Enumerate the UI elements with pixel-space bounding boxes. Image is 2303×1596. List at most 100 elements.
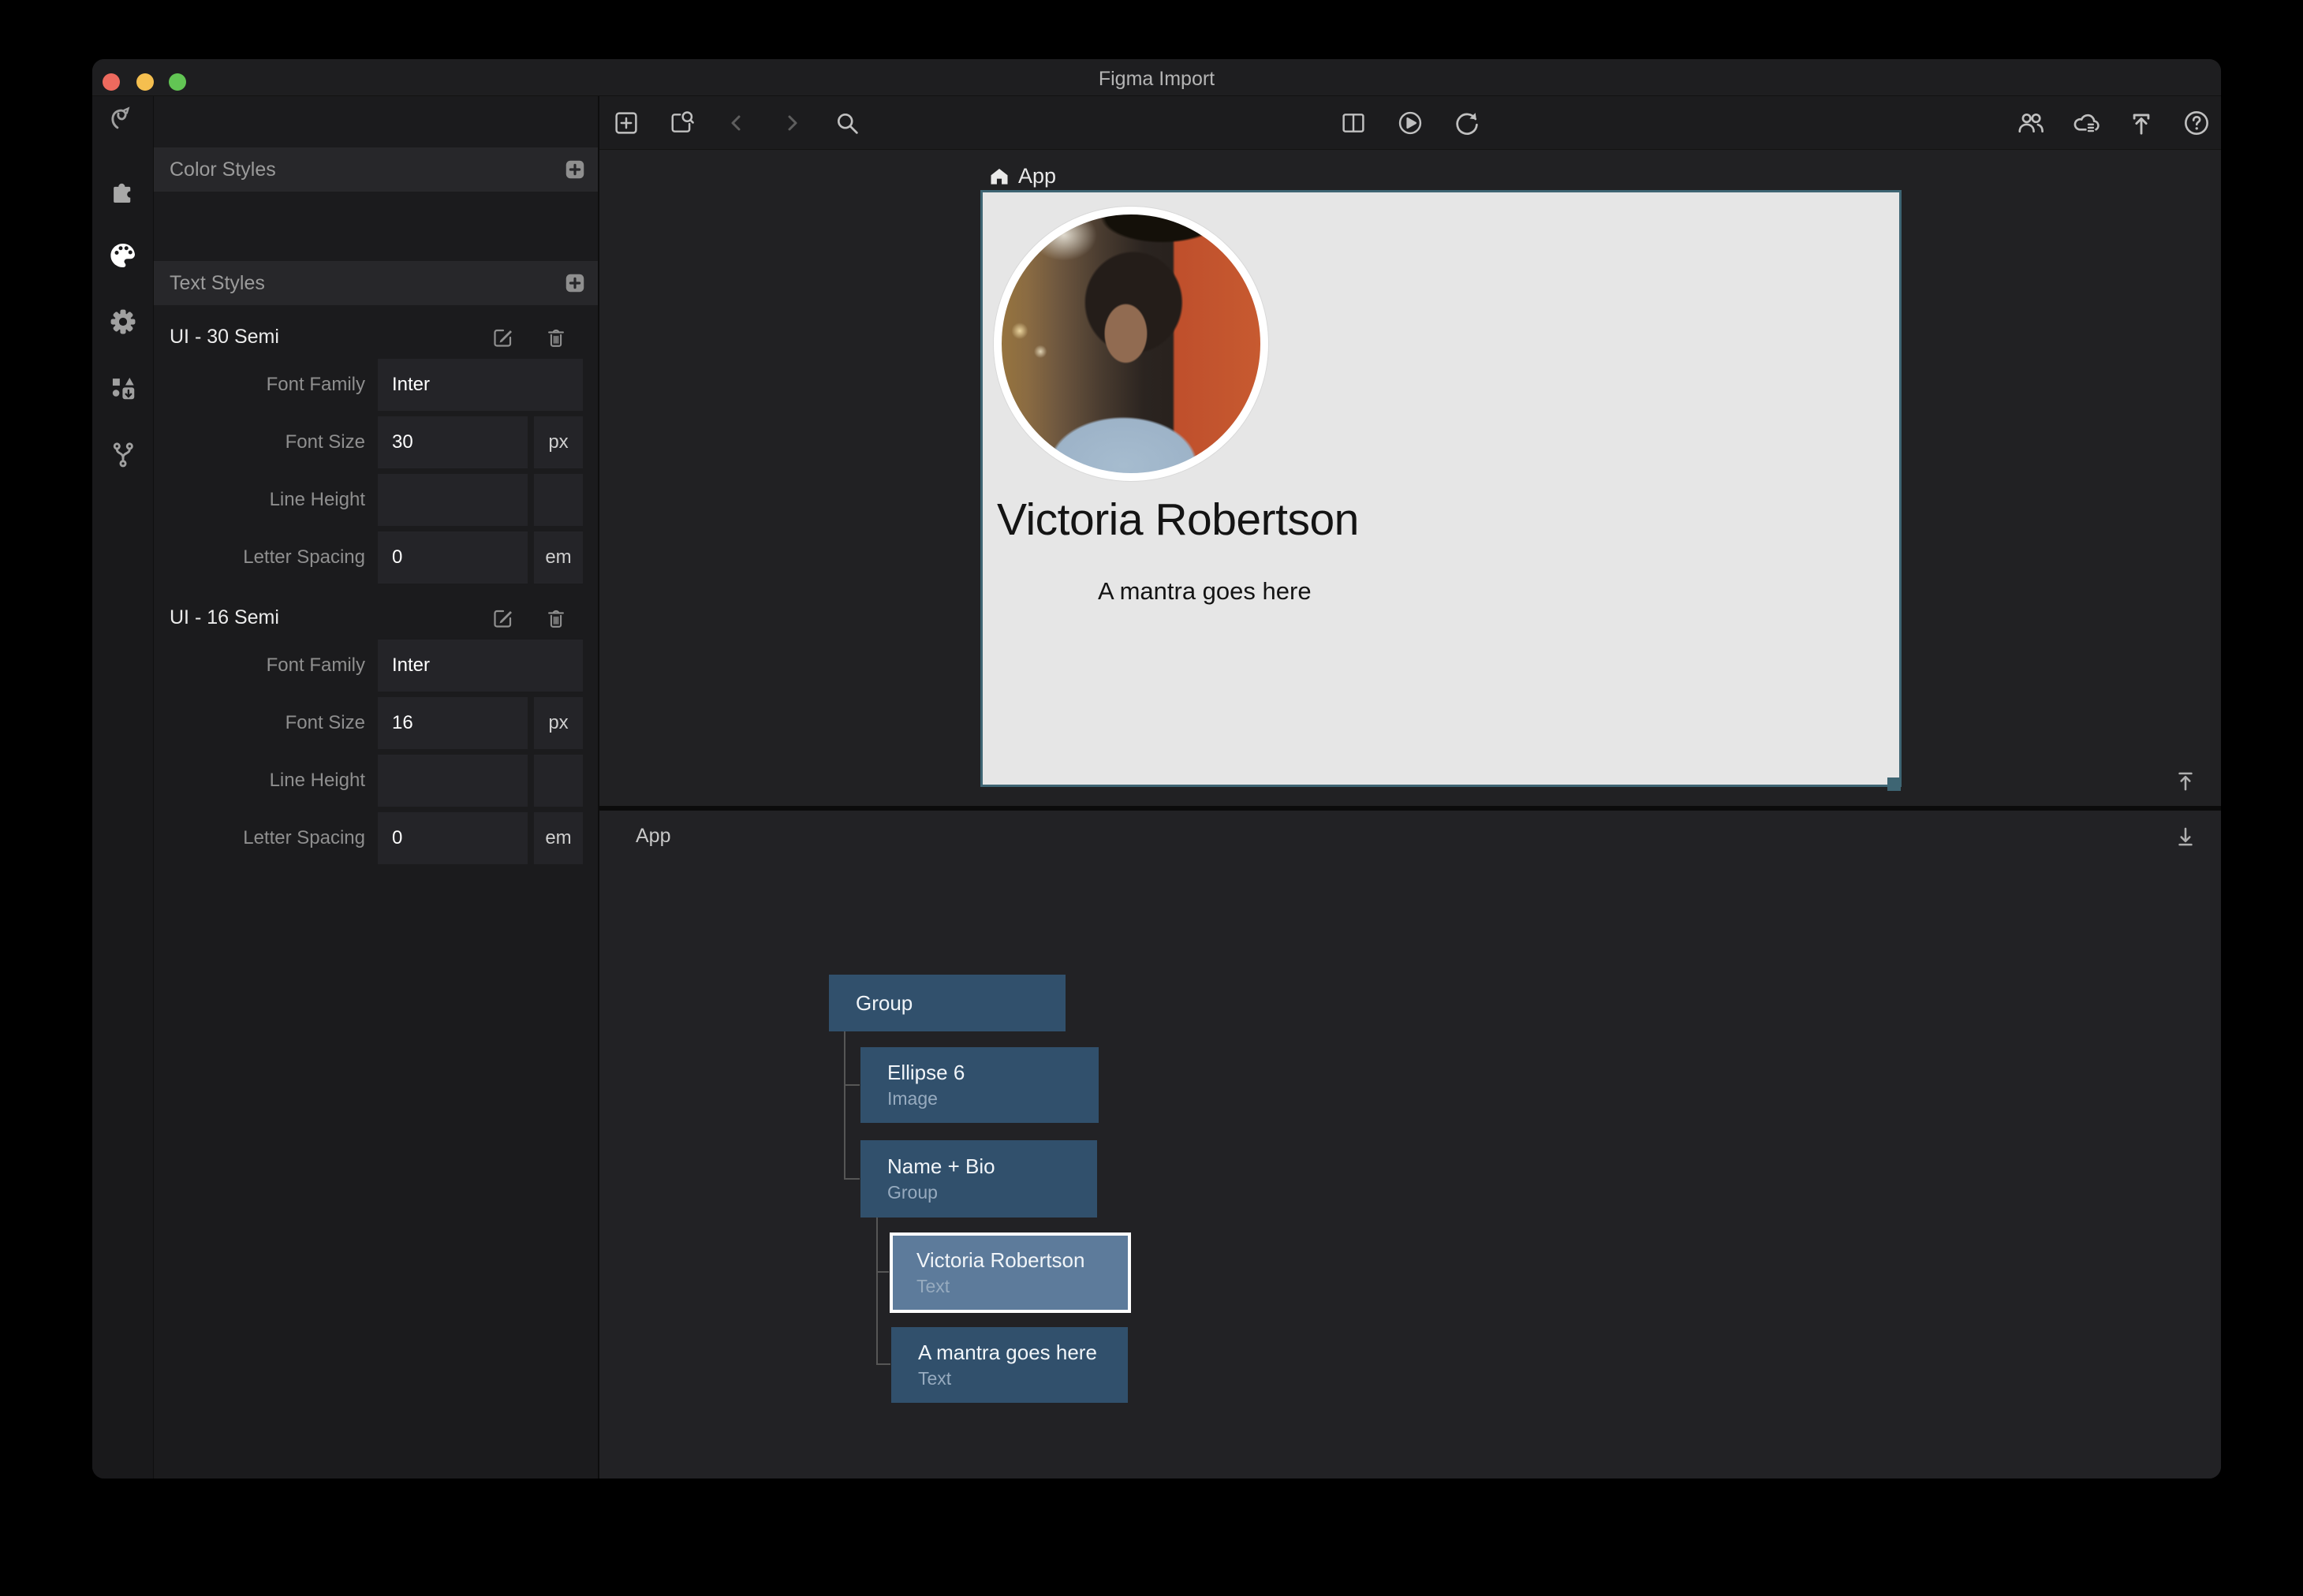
styles-panel: Color Styles Text Styles UI - 30 Semi [154, 96, 599, 1479]
node-title: Ellipse 6 [887, 1061, 1099, 1085]
tree-connector [844, 1178, 860, 1180]
node-subtitle: Text [918, 1368, 1128, 1389]
text-styles-title: Text Styles [170, 272, 563, 295]
branch-icon[interactable] [106, 437, 140, 472]
window-title: Figma Import [92, 59, 2221, 96]
add-text-style-button[interactable] [563, 271, 587, 295]
add-color-style-button[interactable] [563, 158, 587, 181]
color-styles-title: Color Styles [170, 158, 563, 181]
card-mantra-text[interactable]: A mantra goes here [1098, 577, 1312, 606]
text-style-name: UI - 16 Semi [170, 606, 462, 629]
tree-connector [876, 1218, 878, 1365]
letter-spacing-input[interactable]: 0 [378, 812, 528, 864]
delete-style-button[interactable] [544, 326, 568, 349]
letter-spacing-input[interactable]: 0 [378, 531, 528, 584]
collaborators-icon[interactable] [2015, 107, 2047, 139]
back-icon[interactable] [721, 107, 752, 139]
font-size-input[interactable]: 16 [378, 697, 528, 749]
field-label: Letter Spacing [154, 531, 371, 584]
split-view-icon[interactable] [1338, 107, 1369, 139]
letter-spacing-unit: em [534, 531, 583, 584]
field-label: Font Size [154, 416, 371, 468]
publish-icon[interactable] [2126, 107, 2157, 139]
puzzle-icon[interactable] [106, 173, 140, 207]
line-height-unit [534, 755, 583, 807]
font-size-row: Font Size 16 px [154, 697, 598, 749]
node-subtitle: Text [916, 1276, 1128, 1297]
resize-handle[interactable] [1887, 777, 1901, 791]
field-label: Font Family [154, 640, 371, 692]
node-title: Victoria Robertson [916, 1248, 1128, 1273]
font-family-row: Font Family Inter [154, 359, 598, 411]
add-frame-button[interactable] [610, 107, 642, 139]
shapes-export-icon[interactable] [106, 371, 140, 405]
line-height-row: Line Height [154, 474, 598, 526]
layers-panel: App Group Ellipse 6 [599, 811, 2221, 1479]
font-size-unit: px [534, 416, 583, 468]
import-page-button[interactable] [666, 107, 697, 139]
app-window: Figma Import [91, 58, 2222, 1479]
edit-style-button[interactable] [491, 325, 516, 350]
font-size-row: Font Size 30 px [154, 416, 598, 468]
font-family-row: Font Family Inter [154, 640, 598, 692]
field-label: Line Height [154, 474, 371, 526]
tree-connector [876, 1363, 890, 1365]
collapse-down-button[interactable] [2170, 822, 2200, 852]
refresh-icon[interactable] [1451, 107, 1483, 139]
card-name-text[interactable]: Victoria Robertson [997, 494, 1359, 546]
field-label: Font Size [154, 697, 371, 749]
play-icon[interactable] [1394, 107, 1426, 139]
breadcrumb-label: App [1018, 164, 1056, 188]
edit-style-button[interactable] [491, 606, 516, 631]
collapse-up-button[interactable] [2170, 766, 2200, 796]
search-icon[interactable] [831, 107, 863, 139]
letter-spacing-row: Letter Spacing 0 em [154, 531, 598, 584]
forward-icon[interactable] [776, 107, 808, 139]
help-icon[interactable] [2181, 107, 2212, 139]
profile-photo[interactable] [994, 207, 1268, 481]
field-label: Line Height [154, 755, 371, 807]
line-height-input[interactable] [378, 755, 528, 807]
tree-connector [844, 1084, 860, 1086]
tree-node-victoria-selected[interactable]: Victoria Robertson Text [890, 1232, 1131, 1313]
line-height-row: Line Height [154, 755, 598, 807]
node-title: A mantra goes here [918, 1341, 1128, 1365]
line-height-input[interactable] [378, 474, 528, 526]
breadcrumb[interactable]: App [988, 164, 1056, 188]
sidebar-rail [92, 96, 154, 1479]
tree-node-mantra[interactable]: A mantra goes here Text [891, 1327, 1128, 1403]
color-styles-header: Color Styles [154, 147, 598, 192]
toolbar [599, 96, 2221, 150]
layers-panel-title: App [636, 825, 670, 848]
tree-node-ellipse[interactable]: Ellipse 6 Image [860, 1047, 1099, 1123]
font-family-input[interactable]: Inter [378, 640, 583, 692]
node-title: Name + Bio [887, 1154, 1097, 1179]
delete-style-button[interactable] [544, 606, 568, 630]
text-style-block-header: UI - 30 Semi [154, 315, 598, 359]
text-style-name: UI - 30 Semi [170, 326, 462, 349]
gear-icon[interactable] [106, 304, 140, 339]
line-height-unit [534, 474, 583, 526]
tree-node-name-bio[interactable]: Name + Bio Group [860, 1140, 1097, 1218]
palette-icon[interactable] [106, 238, 140, 273]
font-size-unit: px [534, 697, 583, 749]
canvas[interactable]: App Victoria Robertson A mantra goes her… [599, 150, 2221, 806]
selected-frame[interactable]: Victoria Robertson A mantra goes here [980, 190, 1902, 787]
font-size-input[interactable]: 30 [378, 416, 528, 468]
field-label: Font Family [154, 359, 371, 411]
tree-connector [844, 1031, 845, 1180]
text-styles-header: Text Styles [154, 261, 598, 305]
node-subtitle: Group [887, 1182, 1097, 1203]
field-label: Letter Spacing [154, 812, 371, 864]
cloud-sync-icon[interactable] [2070, 107, 2102, 139]
letter-spacing-row: Letter Spacing 0 em [154, 812, 598, 864]
home-icon [988, 166, 1010, 188]
titlebar: Figma Import [92, 59, 2221, 96]
letter-spacing-unit: em [534, 812, 583, 864]
font-family-input[interactable]: Inter [378, 359, 583, 411]
route-icon[interactable] [106, 101, 140, 136]
node-title: Group [856, 991, 1066, 1016]
tree-node-group[interactable]: Group [829, 975, 1066, 1031]
text-style-block-header: UI - 16 Semi [154, 596, 598, 640]
tree-connector [876, 1271, 889, 1273]
